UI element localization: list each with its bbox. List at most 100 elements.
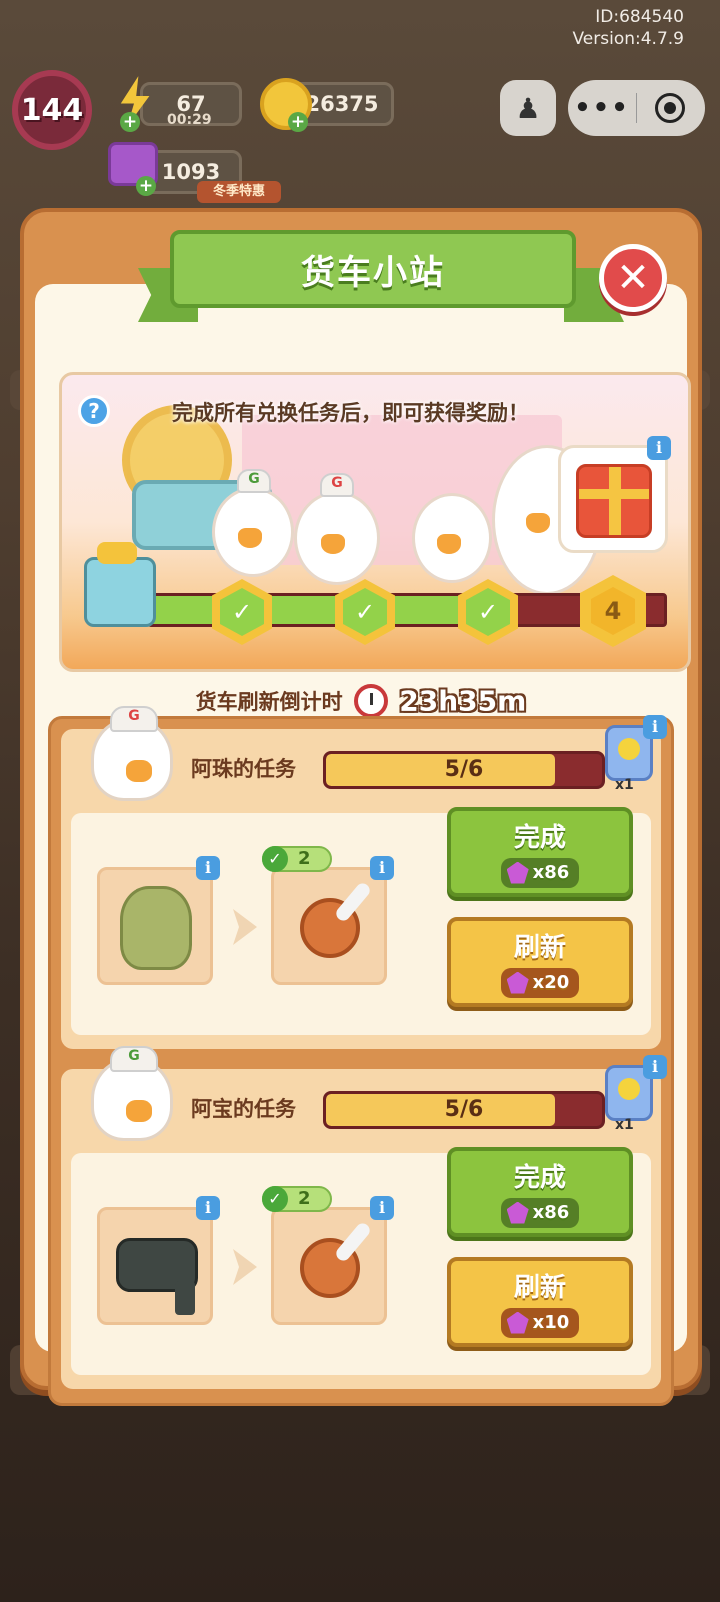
exit-miniprogram-button[interactable] (655, 93, 685, 123)
complete-cost: x86 (500, 1197, 580, 1228)
account-button[interactable]: ♟ (500, 80, 556, 136)
task-progress-text: 5/6 (444, 1097, 484, 1122)
task-header: G 阿宝的任务 5/6 i x1 (61, 1046, 667, 1143)
duck-character (212, 487, 294, 577)
required-item-slot[interactable]: i (97, 1196, 220, 1325)
complete-cost: x86 (500, 857, 580, 888)
task-title: 阿珠的任务 (191, 757, 296, 781)
truck-icon (84, 542, 156, 627)
complete-label: 完成 (513, 822, 566, 853)
info-icon[interactable]: i (643, 1055, 667, 1079)
reward-quantity: x1 (615, 777, 634, 793)
info-icon[interactable]: i (370, 856, 394, 880)
reward-quantity: x1 (615, 1117, 634, 1133)
milestone-final: 4 (580, 575, 646, 647)
task-body: i 2 i 完成 x86 刷新 x10 (71, 1147, 651, 1375)
final-reward-bubble[interactable]: i (558, 436, 671, 553)
milestone-final-number: 4 (591, 587, 635, 635)
milestone-1-complete: ✓ (212, 579, 272, 645)
winter-sale-tag[interactable]: 冬季特惠 (197, 181, 281, 203)
more-options-button[interactable]: ••• (568, 93, 636, 123)
station-progress-fill (150, 596, 510, 624)
complete-cost-value: x86 (532, 862, 570, 883)
refresh-label: 刷新 (513, 1272, 566, 1303)
energy-timer: 00:29 (167, 112, 212, 128)
duck-cap-icon: G (320, 473, 354, 497)
task-list: G 阿珠的任务 5/6 i x1 i ✓ 2 i 完成 x86 刷新 x20 G… (48, 706, 674, 1406)
task-card: G 阿珠的任务 5/6 i x1 i ✓ 2 i 完成 x86 刷新 x20 (61, 706, 667, 1049)
complete-button[interactable]: 完成 x86 (447, 1147, 633, 1237)
required-item-slot[interactable]: i (97, 856, 220, 985)
reward-banner: G G ? 完成所有兑换任务后，即可获得奖励！ i ✓ ✓ ✓ 4 (59, 372, 691, 672)
milestone-3-complete: ✓ (458, 579, 518, 645)
arrow-right-icon (233, 1249, 257, 1285)
add-gem-icon[interactable]: + (136, 176, 156, 196)
player-level-badge[interactable]: 144 (12, 70, 92, 150)
info-icon[interactable]: i (196, 856, 220, 880)
check-icon: ✓ (343, 588, 387, 636)
complete-cost-value: x86 (532, 1202, 570, 1223)
exchange-item-slot[interactable]: 2 i (262, 846, 394, 985)
meat-skewer-icon (300, 898, 360, 958)
npc-cap-icon: G (110, 1046, 158, 1072)
info-icon[interactable]: i (370, 1196, 394, 1220)
duck-character (294, 491, 380, 585)
meat-skewer-icon (300, 1238, 360, 1298)
complete-button[interactable]: 完成 x86 (447, 807, 633, 897)
duck-character (412, 493, 492, 583)
task-progress-bar: 5/6 (323, 751, 605, 789)
task-body: i 2 i 完成 x86 刷新 x20 (71, 807, 651, 1035)
add-energy-icon[interactable]: + (120, 112, 140, 132)
clock-icon (353, 684, 388, 718)
dialog-title: 货车小站 (170, 230, 576, 308)
info-icon[interactable]: i (196, 1196, 220, 1220)
countdown-label: 货车刷新倒计时 (195, 690, 343, 714)
duck-cap-icon: G (237, 469, 271, 493)
refresh-cost-value: x10 (532, 1312, 570, 1333)
npc-azhu-avatar: G (91, 706, 173, 801)
hair-dryer-icon (116, 1238, 198, 1315)
refresh-cost: x10 (500, 1307, 580, 1338)
banner-instruction: 完成所有兑换任务后，即可获得奖励！ (172, 401, 529, 425)
arrow-right-icon (233, 909, 257, 945)
owned-count-badge: 2 (262, 1186, 332, 1212)
npc-cap-icon: G (110, 706, 158, 732)
gift-box-icon (576, 464, 652, 538)
refresh-label: 刷新 (513, 932, 566, 963)
task-card: G 阿宝的任务 5/6 i x1 i ✓ 2 i 完成 x86 刷新 x10 (61, 1046, 667, 1389)
info-icon[interactable]: i (643, 715, 667, 739)
dialog-content: G G ? 完成所有兑换任务后，即可获得奖励！ i ✓ ✓ ✓ 4 货车刷新倒计… (35, 284, 691, 1406)
milestone-2-complete: ✓ (335, 579, 395, 645)
npc-abao-avatar: G (91, 1046, 173, 1141)
refresh-button[interactable]: 刷新 x10 (447, 1257, 633, 1347)
add-coin-icon[interactable]: + (288, 112, 308, 132)
info-icon[interactable]: i (647, 436, 671, 460)
gem-icon (506, 1311, 529, 1334)
user-icon: ♟ (515, 91, 541, 125)
truck-station-dialog: G G ? 完成所有兑换任务后，即可获得奖励！ i ✓ ✓ ✓ 4 货车刷新倒计… (20, 208, 702, 1406)
task-progress-text: 5/6 (444, 757, 484, 782)
check-icon: ✓ (220, 588, 264, 636)
gem-icon (506, 971, 529, 994)
build-id: ID:684540 (595, 7, 684, 27)
countdown-time: 23h35m (399, 684, 527, 718)
build-version: Version:4.7.9 (572, 29, 685, 49)
task-header: G 阿珠的任务 5/6 i x1 (61, 706, 667, 803)
refresh-cost-value: x20 (532, 972, 570, 993)
refresh-button[interactable]: 刷新 x20 (447, 917, 633, 1007)
coin-value: 26375 (305, 92, 379, 116)
exchange-item-slot[interactable]: 2 i (262, 1186, 394, 1325)
task-title: 阿宝的任务 (191, 1097, 296, 1121)
build-info: ID:684540 Version:4.7.9 (573, 6, 685, 50)
complete-label: 完成 (513, 1162, 566, 1193)
miniprogram-capsule: ••• (568, 80, 705, 136)
help-icon[interactable]: ? (78, 395, 110, 427)
gem-icon (506, 1201, 529, 1224)
check-icon: ✓ (466, 588, 510, 636)
capsule-divider (636, 93, 637, 123)
task-progress-bar: 5/6 (323, 1091, 605, 1129)
refresh-cost: x20 (500, 967, 580, 998)
gem-icon (506, 861, 529, 884)
close-button[interactable]: ✕ (599, 244, 667, 312)
owned-count-badge: 2 (262, 846, 332, 872)
